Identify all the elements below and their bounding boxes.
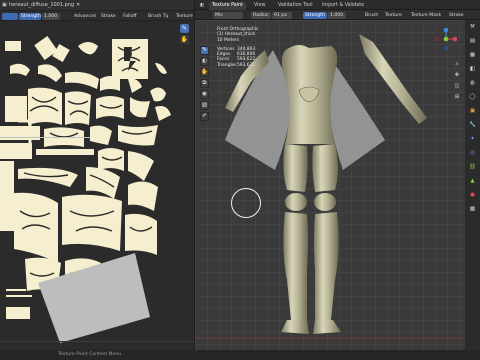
view-layer-icon[interactable]: ◧ bbox=[468, 65, 477, 74]
brush-cursor bbox=[231, 188, 261, 218]
blend-mode-select[interactable]: Mix bbox=[213, 11, 243, 19]
tab-view[interactable]: View bbox=[251, 2, 268, 10]
mask-tool-icon[interactable]: ▧ bbox=[200, 101, 209, 110]
viewport-3d[interactable]: ✎ ◐ ✋ ⧉ ◉ ▧ ✐ bbox=[195, 20, 465, 360]
data-icon[interactable]: ▲ bbox=[468, 177, 477, 186]
brush-tip-menu[interactable]: Brush Tip bbox=[146, 13, 168, 20]
image-name[interactable]: hereaut_diffuse_1001.png bbox=[9, 2, 74, 8]
image-paint-toolbar: Strength 1.000 Advanced Stroke Falloff B… bbox=[0, 11, 194, 21]
camera-icon[interactable]: ◫ bbox=[453, 82, 461, 90]
scene-icon[interactable]: ◍ bbox=[468, 79, 477, 88]
axis-z-icon bbox=[443, 28, 449, 33]
advanced-menu[interactable]: Advanced bbox=[72, 13, 96, 20]
viewport-panel: ◧ Texture Paint View Validation Tool Imp… bbox=[195, 0, 480, 360]
texture-icon[interactable]: ▩ bbox=[468, 205, 477, 214]
viewport-tool-column: ✎ ◐ ✋ ⧉ ◉ ▧ ✐ bbox=[200, 46, 210, 123]
uv-texture-image bbox=[0, 36, 194, 343]
clone-tool-icon[interactable]: ⧉ bbox=[200, 79, 209, 88]
brush-tool-icon[interactable]: ✎ bbox=[180, 24, 189, 33]
stroke-menu[interactable]: Stroke bbox=[99, 13, 117, 20]
texture-paint-toolbar: Mix Radius 91 px Strength 1.000 Brush Te… bbox=[195, 10, 480, 20]
viewport-info-overlay: Front Orthographic (1) Hereaut_thick 10 … bbox=[217, 27, 258, 68]
radius-value[interactable]: 91 px bbox=[272, 11, 292, 19]
color-swatch[interactable] bbox=[2, 12, 18, 20]
texture-menu[interactable]: Texture bbox=[174, 13, 194, 20]
particles-icon[interactable]: ✦ bbox=[468, 135, 477, 144]
modifier-icon[interactable]: 🔧 bbox=[468, 121, 477, 130]
navigation-gizmo[interactable] bbox=[435, 28, 457, 50]
strength-value[interactable]: 1.000 bbox=[328, 11, 346, 19]
annotate-tool-icon[interactable]: ✐ bbox=[200, 112, 209, 121]
axis-x-icon bbox=[452, 36, 457, 42]
object-icon[interactable]: ▣ bbox=[468, 107, 477, 116]
fill-tool-icon[interactable]: ◉ bbox=[200, 90, 209, 99]
pan-icon[interactable]: ✥ bbox=[453, 71, 461, 79]
draw-tool-icon[interactable]: ✎ bbox=[200, 46, 209, 55]
grid-icon[interactable]: ⊞ bbox=[453, 93, 461, 101]
strength-label[interactable]: Strength bbox=[19, 12, 41, 20]
constraints-icon[interactable]: ⛓ bbox=[468, 163, 477, 172]
tab-validation-tool[interactable]: Validation Tool bbox=[275, 2, 316, 10]
soften-tool-icon[interactable]: ◐ bbox=[200, 57, 209, 66]
falloff-menu[interactable]: Falloff bbox=[121, 13, 139, 20]
uv-divider bbox=[0, 137, 90, 138]
viewport-nav-buttons: ⌕ ✥ ◫ ⊞ bbox=[453, 60, 463, 104]
uv-texture-canvas[interactable] bbox=[0, 21, 194, 360]
strength-label[interactable]: Strength bbox=[303, 11, 327, 19]
editor-type-icon[interactable]: ◧ bbox=[197, 2, 208, 10]
texture-menu[interactable]: Texture bbox=[383, 12, 405, 19]
strength-value[interactable]: 1.000 bbox=[42, 12, 60, 20]
smear-tool-icon[interactable]: ✋ bbox=[200, 68, 209, 77]
image-icon[interactable]: ▣ bbox=[2, 2, 7, 8]
stroke-menu[interactable]: Stroke bbox=[447, 12, 467, 19]
character-mesh bbox=[195, 34, 465, 339]
render-icon[interactable]: ▤ bbox=[468, 37, 477, 46]
status-text: Texture Paint Context Menu bbox=[58, 352, 122, 357]
brush-menu[interactable]: Brush bbox=[363, 12, 379, 19]
axis-y-icon bbox=[443, 36, 449, 42]
material-icon[interactable]: ● bbox=[468, 191, 477, 200]
image-editor-tool-column: ✎ ✋ bbox=[180, 24, 190, 46]
tab-import-validate[interactable]: Import & Validate bbox=[319, 2, 367, 10]
stat-triangles: Triangles 593,622 bbox=[217, 62, 256, 68]
smear-tool-icon[interactable]: ✋ bbox=[180, 35, 189, 44]
tab-texture-paint[interactable]: Texture Paint bbox=[209, 1, 246, 10]
workspace-tab-bar: ◧ Texture Paint View Validation Tool Imp… bbox=[195, 0, 480, 10]
status-bar: Texture Paint Context Menu bbox=[0, 350, 480, 360]
object-name: (1) Hereaut_thick bbox=[217, 32, 256, 38]
close-icon[interactable]: ✕ bbox=[76, 2, 80, 8]
texture-mask-menu[interactable]: Texture Mask bbox=[409, 12, 443, 19]
image-editor-header: ▣ hereaut_diffuse_1001.png ✕ bbox=[0, 0, 194, 11]
radius-label[interactable]: Radius bbox=[251, 11, 271, 19]
physics-icon[interactable]: ◎ bbox=[468, 149, 477, 158]
world-icon[interactable]: ◯ bbox=[468, 93, 477, 102]
properties-tab-strip: ⚒ ▤ ▦ ◧ ◍ ◯ ▣ 🔧 ✦ ◎ ⛓ ▲ ● ▩ bbox=[465, 20, 480, 360]
tool-properties-icon[interactable]: ⚒ bbox=[468, 23, 477, 32]
zoom-icon[interactable]: ⌕ bbox=[453, 60, 461, 68]
image-editor-panel: ▣ hereaut_diffuse_1001.png ✕ Strength 1.… bbox=[0, 0, 194, 360]
output-icon[interactable]: ▦ bbox=[468, 51, 477, 60]
